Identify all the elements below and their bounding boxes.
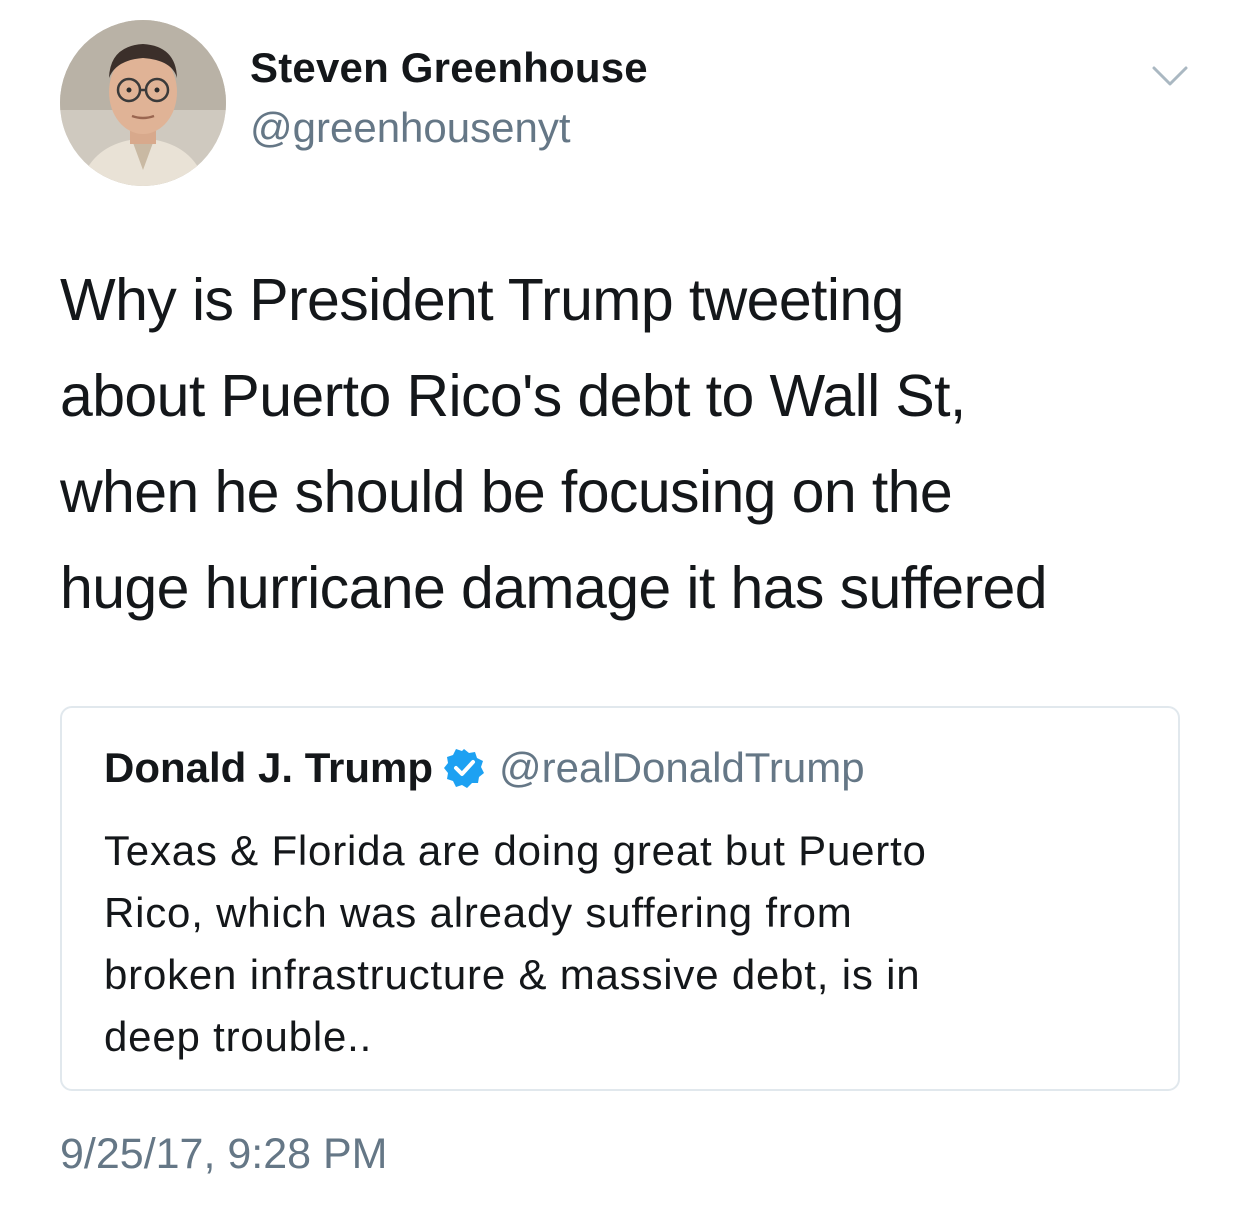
tweet-timestamp[interactable]: 9/25/17, 9:28 PM bbox=[60, 1130, 388, 1179]
tweet-text: Why is President Trump tweeting about Pu… bbox=[60, 267, 1048, 621]
tweet: Steven Greenhouse @greenhousenyt Why is … bbox=[0, 0, 1242, 1212]
quoted-tweet-header: Donald J. Trump @realDonaldTrump bbox=[104, 744, 865, 792]
avatar[interactable] bbox=[60, 20, 226, 186]
quoted-tweet-text: Texas & Florida are doing great but Puer… bbox=[104, 827, 927, 1060]
quoted-tweet-card[interactable]: Donald J. Trump @realDonaldTrump Texas &… bbox=[60, 706, 1180, 1091]
author-display-name[interactable]: Steven Greenhouse bbox=[250, 44, 648, 92]
quoted-author-display-name: Donald J. Trump bbox=[104, 744, 434, 791]
chevron-down-icon[interactable] bbox=[1148, 56, 1192, 96]
avatar-photo bbox=[60, 20, 226, 186]
quoted-author-handle: @realDonaldTrump bbox=[499, 744, 865, 791]
author-handle[interactable]: @greenhousenyt bbox=[250, 104, 571, 152]
verified-badge-icon bbox=[443, 747, 485, 789]
